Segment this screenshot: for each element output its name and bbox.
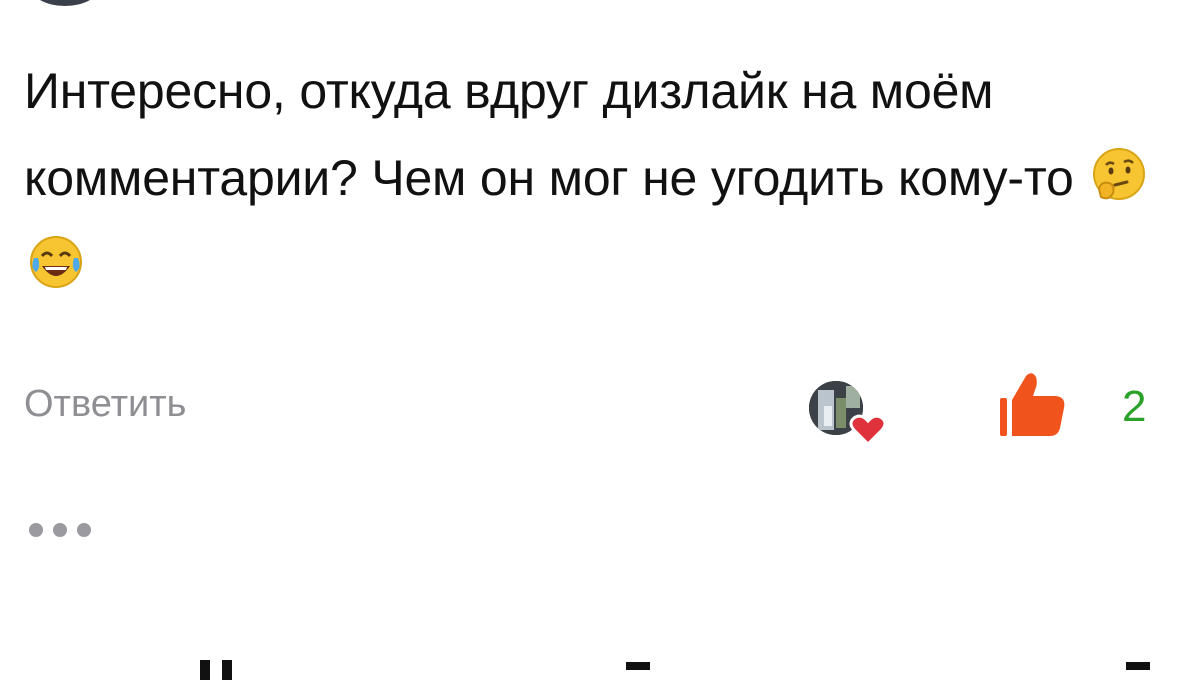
heart-icon	[849, 414, 887, 447]
thinking-face-emoji-icon	[1093, 148, 1146, 200]
next-comment-heading-cropped	[200, 660, 1150, 680]
comment-text: Интересно, откуда вдруг дизлайк на моём …	[24, 63, 1074, 206]
comment-body: Интересно, откуда вдруг дизлайк на моём …	[24, 48, 1194, 309]
liked-by-avatar[interactable]	[806, 378, 892, 450]
tears-of-joy-emoji-icon	[30, 236, 82, 288]
author-avatar[interactable]	[30, 0, 100, 6]
more-dots-icon[interactable]	[24, 518, 96, 542]
reply-button[interactable]: Ответить	[24, 383, 186, 426]
thumbs-up-icon[interactable]	[996, 368, 1070, 442]
like-count: 2	[1122, 382, 1147, 431]
